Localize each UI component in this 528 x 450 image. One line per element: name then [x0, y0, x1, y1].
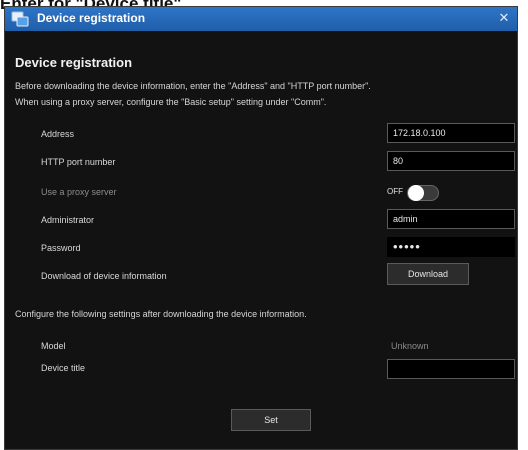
download-label: Download of device information [41, 271, 167, 281]
download-button[interactable]: Download [387, 263, 469, 285]
app-icon [11, 11, 29, 27]
close-icon[interactable]: ✕ [495, 9, 513, 27]
proxy-label: Use a proxy server [41, 187, 117, 197]
device-title-input[interactable] [387, 359, 515, 379]
device-title-label: Device title [41, 363, 86, 373]
configure-note: Configure the following settings after d… [15, 309, 307, 319]
proxy-toggle-track[interactable] [407, 185, 439, 201]
http-port-label: HTTP port number [41, 157, 116, 167]
address-input[interactable] [387, 123, 515, 143]
set-button[interactable]: Set [231, 409, 311, 431]
proxy-state-label: OFF [387, 187, 403, 196]
device-registration-window: Device registration ✕ Device registratio… [4, 6, 518, 450]
model-label: Model [41, 341, 66, 351]
model-value: Unknown [391, 341, 429, 351]
proxy-toggle-knob[interactable] [408, 185, 424, 201]
description-line-1: Before downloading the device informatio… [15, 81, 371, 91]
password-label: Password [41, 243, 81, 253]
administrator-label: Administrator [41, 215, 95, 225]
window-title: Device registration [37, 11, 146, 25]
description-line-2: When using a proxy server, configure the… [15, 97, 327, 107]
password-field[interactable]: ••••• [387, 237, 515, 257]
address-label: Address [41, 129, 75, 139]
http-port-input[interactable] [387, 151, 515, 171]
title-bar[interactable]: Device registration ✕ [5, 7, 517, 31]
administrator-input[interactable] [387, 209, 515, 229]
page-title: Device registration [15, 55, 133, 70]
